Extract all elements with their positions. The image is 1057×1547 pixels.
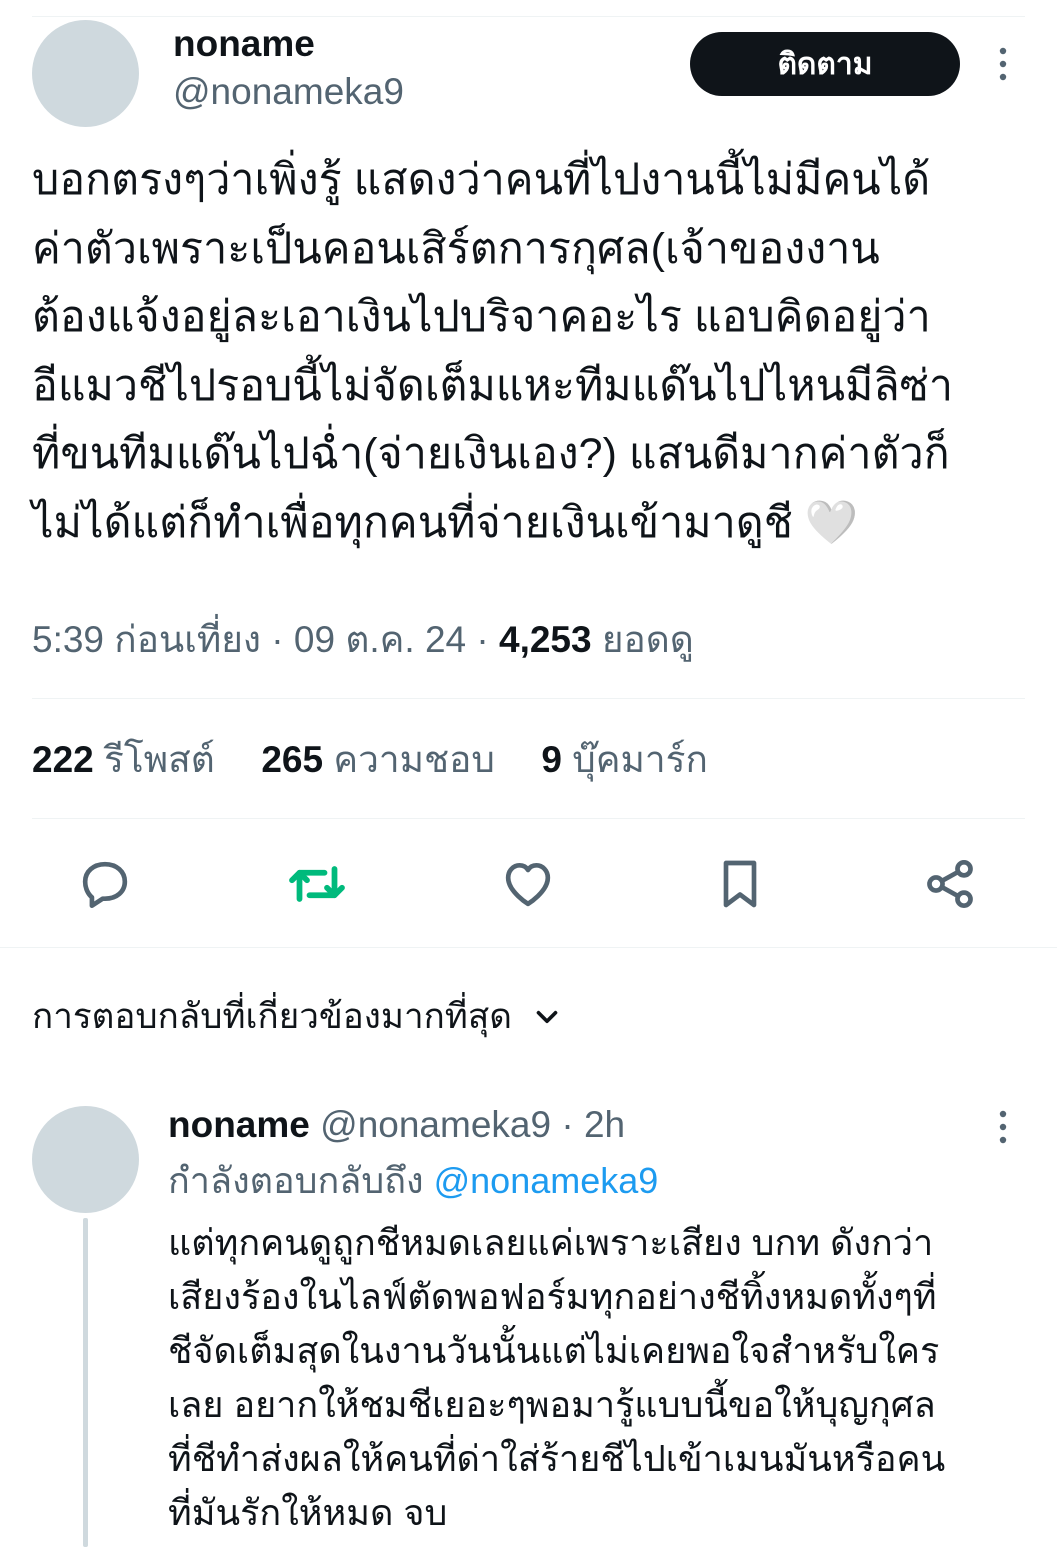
reply-bubble-icon [82, 861, 128, 909]
tweet-meta: 5:39 ก่อนเที่ยง · 09 ต.ค. 24 · 4,253 ยอด… [32, 612, 694, 668]
reposts-label: รีโพสต์ [104, 739, 215, 780]
tweet-stats: 222 รีโพสต์ 265 ความชอบ 9 บุ๊คมาร์ก [32, 735, 708, 785]
reply-header: noname @nonameka9 · 2h [168, 1100, 625, 1150]
likes-count: 265 [261, 739, 324, 780]
more-options-icon[interactable] [993, 45, 1013, 85]
replying-to-handle[interactable]: @nonameka9 [434, 1160, 659, 1201]
reply-button[interactable] [73, 852, 137, 916]
reply-text-line: เสียงร้องในไลฟ์ตัดพอฟอร์มทุกอย่างชีทิ้งห… [168, 1276, 937, 1317]
reply-more-options-icon[interactable] [993, 1108, 1013, 1148]
divider [32, 818, 1025, 819]
tweet-text-line: ที่ขนทีมแด๊นไปฉ่ำ(จ่ายเงินเอง?) แสนดีมาก… [32, 430, 950, 478]
replying-to-label: กำลังตอบกลับถึง [168, 1160, 424, 1201]
views-label: ยอดดู [601, 619, 694, 660]
meta-separator: · [271, 619, 294, 660]
replying-to: กำลังตอบกลับถึง @nonameka9 [168, 1156, 658, 1206]
bookmark-button[interactable] [708, 852, 772, 916]
views-count: 4,253 [499, 619, 592, 660]
chevron-down-icon [536, 1010, 558, 1024]
reply-author-handle[interactable]: @nonameka9 [320, 1104, 551, 1145]
author-display-name[interactable]: noname [173, 22, 315, 66]
tweet-text-line: ค่าตัวเพราะเป็นคอนเสิร์ตการกุศล(เจ้าของง… [32, 224, 880, 273]
tweet-text-line: อีแมวชีไปรอบนี้ไม่จัดเต็มแหะทีมแด๊นไปไหน… [32, 361, 953, 410]
like-button[interactable] [496, 852, 560, 916]
heart-icon [505, 863, 551, 907]
tweet-text-line: ต้องแจ้งอยู่ละเอาเงินไปบริจาคอะไร แอบคิด… [32, 293, 931, 341]
tweet-text: บอกตรงๆว่าเพิ่งรู้ แสดงว่าคนที่ไปงานนี้ไ… [32, 146, 1032, 557]
meta-separator: · [476, 619, 499, 660]
bookmark-icon [723, 860, 757, 908]
reply-text-line: ที่มันรักให้หมด จบ [168, 1492, 448, 1533]
top-divider [32, 16, 1025, 17]
follow-button[interactable]: ติดตาม [690, 32, 960, 96]
share-button[interactable] [918, 852, 982, 916]
reposts-count: 222 [32, 739, 94, 780]
reply-text-line: ชีจัดเต็มสุดในงานวันนั้นแต่ไม่เคยพอใจสำห… [168, 1330, 940, 1371]
likes-label: ความชอบ [333, 739, 495, 780]
bookmarks-label: บุ๊คมาร์ก [572, 739, 708, 780]
bookmarks-stat[interactable]: 9 บุ๊คมาร์ก [541, 739, 708, 780]
repost-icon [289, 866, 345, 902]
reply-separator: · [561, 1104, 574, 1145]
tweet-text-line: บอกตรงๆว่าเพิ่งรู้ แสดงว่าคนที่ไปงานนี้ไ… [32, 156, 931, 204]
reply-text-line: ที่ชีทำส่งผลให้คนที่ด่าใส่ร้ายชีไปเข้าเม… [168, 1438, 946, 1479]
replies-sort-dropdown[interactable]: การตอบกลับที่เกี่ยวข้องมากที่สุด [32, 992, 564, 1042]
reply-text-line: แต่ทุกคนดูถูกชีหมดเลยแค่เพราะเสียง บกท ด… [168, 1222, 934, 1263]
reply-text: แต่ทุกคนดูถูกชีหมดเลยแค่เพราะเสียง บกท ด… [168, 1216, 1028, 1540]
reply-text-line: เลย อยากให้ชมชีเยอะๆพอมารู้แบบนี้ขอให้บุ… [168, 1384, 936, 1425]
author-avatar[interactable] [32, 20, 139, 127]
reply-author-avatar[interactable] [32, 1106, 139, 1213]
tweet-time[interactable]: 5:39 ก่อนเที่ยง [32, 619, 261, 660]
tweet-date[interactable]: 09 ต.ค. 24 [294, 619, 466, 660]
share-icon [927, 859, 973, 909]
bookmarks-count: 9 [541, 739, 562, 780]
replies-sort-label: การตอบกลับที่เกี่ยวข้องมากที่สุด [32, 997, 512, 1036]
divider [32, 698, 1025, 699]
thread-line [83, 1218, 88, 1547]
author-handle[interactable]: @nonameka9 [173, 70, 404, 114]
reply-time[interactable]: 2h [584, 1104, 625, 1145]
reposts-stat[interactable]: 222 รีโพสต์ [32, 739, 215, 780]
tweet-text-line: ไม่ได้แต่ก็ทำเพื่อทุกคนที่จ่ายเงินเข้ามา… [32, 498, 859, 547]
section-divider [0, 947, 1057, 948]
reply-author-name[interactable]: noname [168, 1104, 310, 1145]
likes-stat[interactable]: 265 ความชอบ [261, 739, 495, 780]
repost-button[interactable] [285, 852, 349, 916]
